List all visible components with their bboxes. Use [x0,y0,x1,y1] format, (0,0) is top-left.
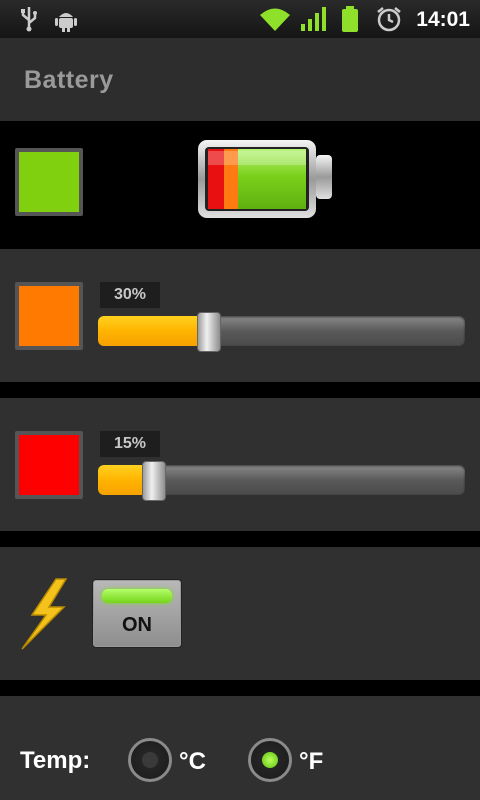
fahrenheit-radio[interactable] [248,738,292,782]
warning-slider-thumb[interactable] [197,312,222,352]
toggle-label: ON [122,614,152,636]
full-color-swatch[interactable] [15,148,83,216]
warning-level-panel: 30% [0,249,480,382]
lightning-bolt-icon [18,577,70,656]
title-bar: Battery [0,38,480,121]
status-clock: 14:01 [416,8,470,31]
page-title: Battery [24,66,114,94]
full-level-panel [0,121,480,248]
charging-panel [0,547,480,680]
fahrenheit-label[interactable]: °F [299,748,323,776]
charging-toggle-button[interactable]: ON [93,580,181,647]
android-debug-icon [54,6,78,37]
fahrenheit-radio-dot [262,752,278,768]
critical-slider-thumb[interactable] [142,461,167,501]
usb-icon [18,6,40,37]
celsius-label[interactable]: °C [179,748,206,776]
warning-color-swatch[interactable] [15,282,83,350]
temp-label: Temp: [20,747,91,774]
signal-icon [300,6,328,37]
critical-level-panel: 15% [0,398,480,531]
celsius-radio-dot [142,752,158,768]
battery-icon [340,6,360,37]
status-bar: 14:01 [0,0,480,38]
critical-level-slider[interactable] [98,461,465,501]
critical-color-swatch[interactable] [15,431,83,499]
warning-level-slider[interactable] [98,312,465,352]
battery-preview-icon [196,137,334,226]
toggle-indicator-light [102,589,172,603]
alarm-icon [376,6,402,37]
celsius-radio[interactable] [128,738,172,782]
warning-percent-label: 30% [100,282,160,308]
wifi-icon [259,6,291,37]
critical-percent-label: 15% [100,431,160,457]
warning-slider-fill [98,316,209,346]
